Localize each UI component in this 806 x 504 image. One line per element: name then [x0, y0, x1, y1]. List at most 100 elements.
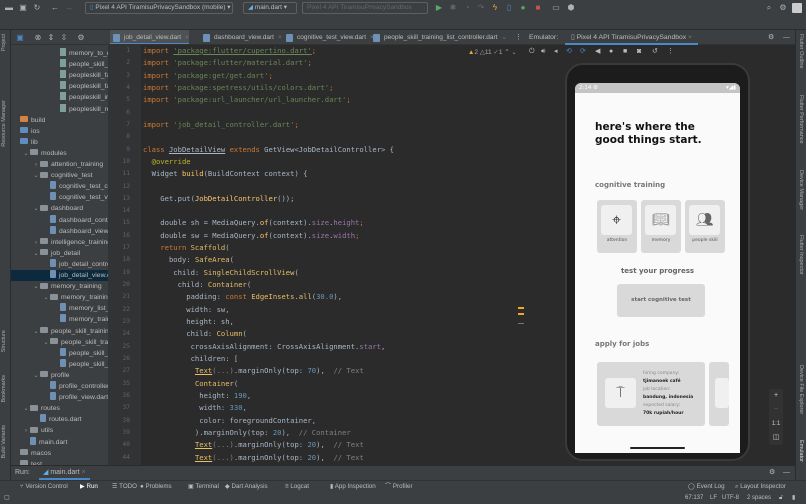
settings-icon[interactable]: ⚙: [778, 3, 788, 13]
warning-marker[interactable]: [518, 313, 524, 315]
tool-window-dart-analysis[interactable]: ◆ Dart Analysis: [225, 481, 268, 493]
run-config-tab[interactable]: ◢ main.dart ×: [39, 466, 90, 480]
tree-item[interactable]: memory_list_v: [11, 303, 108, 314]
code-line[interactable]: double sh = MediaQuery.of(context).size.…: [143, 218, 363, 228]
tree-item[interactable]: build: [11, 115, 108, 126]
code-line[interactable]: import 'package:flutter/cupertino.dart';: [143, 46, 316, 56]
code-editor[interactable]: 1 2 3 4 5 6 7 8 9 10 11 12 13 14 15 16 17 18 19 20 21 22 23 24 2…: [108, 45, 525, 465]
device-selector[interactable]: ▯ Pixel 4 API TiramisuPrivacySandbox (mo…: [85, 2, 233, 14]
code-line[interactable]: double sw = MediaQuery.of(context).size.…: [143, 231, 359, 241]
back-button-icon[interactable]: ◀: [595, 45, 600, 59]
structure-tool-button[interactable]: Structure: [1, 330, 7, 352]
caret-position[interactable]: 67:137: [685, 493, 703, 504]
warning-marker[interactable]: [518, 307, 524, 309]
attention-card[interactable]: ⌖ attention: [597, 200, 637, 253]
code-line[interactable]: crossAxisAlignment: CrossAxisAlignment.s…: [143, 342, 386, 352]
minimize-icon[interactable]: —: [783, 466, 790, 480]
inspection-widget[interactable]: ▲2 △11 ✓1 ⌃ ⌄: [468, 48, 517, 56]
device-manager-icon[interactable]: ▭: [551, 3, 561, 13]
tree-item[interactable]: ⌄ modules: [11, 148, 108, 159]
tool-window-terminal[interactable]: ▣ Terminal: [188, 481, 219, 493]
build-variants-tool-button[interactable]: Build Variants: [1, 425, 7, 459]
tree-item[interactable]: lib: [11, 137, 108, 148]
tree-item[interactable]: ⌄ cognitive_test: [11, 170, 108, 181]
expand-all-icon[interactable]: ⇕: [46, 33, 56, 43]
run-config-selector[interactable]: ◢ main.dart ▾: [243, 2, 297, 14]
stop-icon[interactable]: ■: [533, 3, 543, 13]
folder-open-icon[interactable]: ▬: [4, 3, 14, 13]
overview-button-icon[interactable]: ■: [623, 45, 627, 59]
code-line[interactable]: height: 190,: [143, 391, 251, 401]
tree-item[interactable]: peopleskill_in_the_k: [11, 92, 108, 103]
tree-item[interactable]: people_skill_icon.png: [11, 59, 108, 70]
project-tool-button[interactable]: Project: [1, 34, 7, 51]
code-line[interactable]: import 'job_detail_controller.dart';: [143, 120, 299, 130]
collapse-all-icon[interactable]: ⇳: [59, 33, 69, 43]
code-line[interactable]: import 'package:flutter/material.dart';: [143, 58, 312, 68]
forward-icon[interactable]: →: [64, 3, 74, 13]
debug-icon[interactable]: ✱: [448, 3, 458, 13]
gear-icon[interactable]: ⚙: [76, 33, 86, 43]
code-line[interactable]: Text(...).marginOnly(top: 20), // Text: [143, 440, 364, 450]
tree-item[interactable]: cognitive_test_vie: [11, 192, 108, 203]
code-line[interactable]: child: Column(: [143, 329, 247, 339]
tree-item[interactable]: macos: [11, 448, 108, 459]
resource-manager-tool-button[interactable]: Resource Manager: [1, 100, 7, 147]
flutter-performance-tool-button[interactable]: Flutter Performance: [798, 95, 804, 144]
tree-item[interactable]: peopleskill_face_to_f: [11, 81, 108, 92]
tool-window-problems[interactable]: ● Problems: [140, 481, 172, 493]
memory-indicator-icon[interactable]: ▮: [792, 493, 795, 504]
emulator-device-tab[interactable]: ▯ Pixel 4 API TiramisuPrivacySandbox ×: [565, 30, 699, 45]
tree-item[interactable]: memory_to_do_list_t: [11, 48, 108, 59]
code-line[interactable]: padding: const EdgeInsets.all(30.0),: [143, 292, 342, 302]
zoom-out-button[interactable]: −: [769, 403, 783, 417]
project-view-icon[interactable]: ▣: [15, 33, 25, 43]
weak-warning-marker[interactable]: [518, 323, 524, 324]
people-skill-card[interactable]: 👥︎ people skill: [685, 200, 725, 253]
flutter-outline-tool-button[interactable]: Flutter Outline: [798, 34, 804, 69]
code-line[interactable]: color: foregroundContainer,: [143, 416, 316, 426]
profile-icon[interactable]: ◔: [462, 3, 472, 13]
bookmarks-tool-button[interactable]: Bookmarks: [1, 375, 7, 403]
file-encoding[interactable]: UTF-8: [722, 493, 739, 504]
tool-window-todo[interactable]: ☰ TODO: [112, 481, 137, 493]
more-icon[interactable]: ⋮: [667, 45, 674, 59]
tree-item[interactable]: people_skill_tr: [11, 358, 108, 370]
close-icon[interactable]: ×: [185, 34, 189, 41]
tree-item[interactable]: › attention_training: [11, 159, 108, 170]
hot-reload-icon[interactable]: ϟ: [490, 3, 500, 13]
tool-window-logcat[interactable]: ≡ Logcat: [285, 481, 309, 493]
code-line[interactable]: child: SingleChildScrollView(: [143, 268, 299, 278]
tab-menu-icon[interactable]: ⋮: [515, 33, 522, 41]
rotate-left-icon[interactable]: ⟲: [566, 45, 572, 59]
code-line[interactable]: @override: [143, 157, 191, 167]
code-line[interactable]: return Scaffold(: [143, 243, 229, 253]
sdk-manager-icon[interactable]: ⬢: [566, 3, 576, 13]
code-line[interactable]: height: sh,: [143, 317, 234, 327]
code-line[interactable]: import 'package:spetress/utils/colors.da…: [143, 83, 333, 93]
close-icon[interactable]: ×: [688, 34, 692, 41]
tree-item[interactable]: peopleskill_recogniti: [11, 103, 108, 115]
code-line[interactable]: Container(: [143, 379, 238, 389]
editor-tab[interactable]: people_skill_training_list_controller.da…: [370, 30, 507, 44]
code-line[interactable]: class JobDetailView extends GetView<JobD…: [143, 145, 394, 155]
sync-icon[interactable]: ↻: [32, 3, 42, 13]
device-icon[interactable]: ▯: [504, 3, 514, 13]
tool-window-profiler[interactable]: ⌒ Profiler: [385, 481, 413, 493]
code-line[interactable]: Text(...).marginOnly(top: 70), // Text: [143, 366, 364, 376]
tree-item[interactable]: ⌄ people_skill_training: [11, 326, 108, 337]
tree-item[interactable]: ⌄memory_training_: [11, 292, 108, 303]
tool-window-app-inspection[interactable]: ▮ App Inspection: [330, 481, 376, 493]
memory-card[interactable]: 📖︎ memory: [641, 200, 681, 253]
snapshot-icon[interactable]: ↺: [652, 45, 658, 59]
editor-tab[interactable]: dashboard_view.dart ×: [200, 30, 282, 44]
prev-highlight-icon[interactable]: ⌃: [504, 49, 509, 56]
lock-icon[interactable]: 🔓︎: [779, 493, 783, 504]
volume-up-icon[interactable]: 🔊︎: [541, 45, 545, 59]
device-manager-tool-button[interactable]: Device Manager: [798, 170, 804, 210]
attach-icon[interactable]: ↷: [476, 3, 486, 13]
code-line[interactable]: Text(...).marginOnly(top: 20), // Text: [143, 453, 364, 463]
volume-down-icon[interactable]: ◂: [554, 45, 558, 59]
tree-item[interactable]: profile_controller.d: [11, 381, 108, 392]
indent-setting[interactable]: 2 spaces: [747, 493, 771, 504]
